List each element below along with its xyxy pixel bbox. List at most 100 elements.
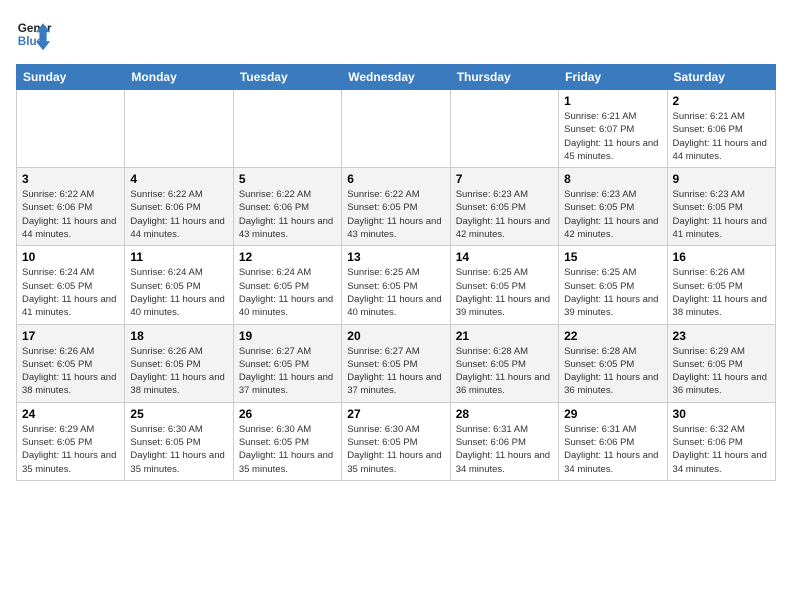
calendar-cell: 10 Sunrise: 6:24 AM Sunset: 6:05 PM Dayli… <box>17 246 125 324</box>
day-number: 1 <box>564 94 661 108</box>
day-info: Sunrise: 6:21 AM Sunset: 6:07 PM Dayligh… <box>564 110 661 163</box>
day-number: 30 <box>673 407 770 421</box>
day-number: 4 <box>130 172 227 186</box>
day-info: Sunrise: 6:28 AM Sunset: 6:05 PM Dayligh… <box>564 345 661 398</box>
day-number: 9 <box>673 172 770 186</box>
generalblue-logo-icon: General Blue <box>16 16 52 52</box>
day-info: Sunrise: 6:24 AM Sunset: 6:05 PM Dayligh… <box>22 266 119 319</box>
calendar-week-row: 17 Sunrise: 6:26 AM Sunset: 6:05 PM Dayli… <box>17 324 776 402</box>
calendar-table: SundayMondayTuesdayWednesdayThursdayFrid… <box>16 64 776 481</box>
day-number: 26 <box>239 407 336 421</box>
day-number: 29 <box>564 407 661 421</box>
day-number: 11 <box>130 250 227 264</box>
header: General Blue <box>16 16 776 52</box>
calendar-cell: 13 Sunrise: 6:25 AM Sunset: 6:05 PM Dayli… <box>342 246 450 324</box>
day-number: 24 <box>22 407 119 421</box>
calendar-cell: 2 Sunrise: 6:21 AM Sunset: 6:06 PM Daylig… <box>667 90 775 168</box>
day-number: 18 <box>130 329 227 343</box>
day-info: Sunrise: 6:25 AM Sunset: 6:05 PM Dayligh… <box>564 266 661 319</box>
calendar-cell: 28Sunrise: 6:31 AM Sunset: 6:06 PM Dayli… <box>450 402 558 480</box>
day-number: 21 <box>456 329 553 343</box>
calendar-cell: 8 Sunrise: 6:23 AM Sunset: 6:05 PM Daylig… <box>559 168 667 246</box>
day-number: 10 <box>22 250 119 264</box>
day-info: Sunrise: 6:30 AM Sunset: 6:05 PM Dayligh… <box>239 423 336 476</box>
calendar-week-row: 1 Sunrise: 6:21 AM Sunset: 6:07 PM Daylig… <box>17 90 776 168</box>
day-info: Sunrise: 6:22 AM Sunset: 6:05 PM Dayligh… <box>347 188 444 241</box>
day-number: 7 <box>456 172 553 186</box>
day-number: 6 <box>347 172 444 186</box>
day-info: Sunrise: 6:25 AM Sunset: 6:05 PM Dayligh… <box>347 266 444 319</box>
day-info: Sunrise: 6:23 AM Sunset: 6:05 PM Dayligh… <box>456 188 553 241</box>
weekday-header-tuesday: Tuesday <box>233 65 341 90</box>
day-number: 23 <box>673 329 770 343</box>
day-number: 13 <box>347 250 444 264</box>
day-info: Sunrise: 6:27 AM Sunset: 6:05 PM Dayligh… <box>239 345 336 398</box>
day-info: Sunrise: 6:25 AM Sunset: 6:05 PM Dayligh… <box>456 266 553 319</box>
weekday-header-saturday: Saturday <box>667 65 775 90</box>
calendar-cell: 21 Sunrise: 6:28 AM Sunset: 6:05 PM Dayli… <box>450 324 558 402</box>
calendar-cell: 16 Sunrise: 6:26 AM Sunset: 6:05 PM Dayli… <box>667 246 775 324</box>
day-info: Sunrise: 6:24 AM Sunset: 6:05 PM Dayligh… <box>130 266 227 319</box>
day-info: Sunrise: 6:30 AM Sunset: 6:05 PM Dayligh… <box>130 423 227 476</box>
day-info: Sunrise: 6:32 AM Sunset: 6:06 PM Dayligh… <box>673 423 770 476</box>
calendar-cell: 20Sunrise: 6:27 AM Sunset: 6:05 PM Dayli… <box>342 324 450 402</box>
calendar-cell: 12Sunrise: 6:24 AM Sunset: 6:05 PM Dayli… <box>233 246 341 324</box>
day-info: Sunrise: 6:26 AM Sunset: 6:05 PM Dayligh… <box>673 266 770 319</box>
calendar-cell: 17 Sunrise: 6:26 AM Sunset: 6:05 PM Dayli… <box>17 324 125 402</box>
calendar-cell <box>450 90 558 168</box>
weekday-header-friday: Friday <box>559 65 667 90</box>
calendar-cell: 11 Sunrise: 6:24 AM Sunset: 6:05 PM Dayli… <box>125 246 233 324</box>
calendar-cell: 14 Sunrise: 6:25 AM Sunset: 6:05 PM Dayli… <box>450 246 558 324</box>
calendar-cell <box>125 90 233 168</box>
calendar-cell: 4Sunrise: 6:22 AM Sunset: 6:06 PM Daylig… <box>125 168 233 246</box>
weekday-header-row: SundayMondayTuesdayWednesdayThursdayFrid… <box>17 65 776 90</box>
day-info: Sunrise: 6:31 AM Sunset: 6:06 PM Dayligh… <box>564 423 661 476</box>
calendar-cell: 5 Sunrise: 6:22 AM Sunset: 6:06 PM Daylig… <box>233 168 341 246</box>
day-number: 14 <box>456 250 553 264</box>
day-info: Sunrise: 6:26 AM Sunset: 6:05 PM Dayligh… <box>22 345 119 398</box>
day-info: Sunrise: 6:30 AM Sunset: 6:05 PM Dayligh… <box>347 423 444 476</box>
weekday-header-wednesday: Wednesday <box>342 65 450 90</box>
day-number: 27 <box>347 407 444 421</box>
day-info: Sunrise: 6:27 AM Sunset: 6:05 PM Dayligh… <box>347 345 444 398</box>
calendar-cell: 7 Sunrise: 6:23 AM Sunset: 6:05 PM Daylig… <box>450 168 558 246</box>
calendar-cell: 18Sunrise: 6:26 AM Sunset: 6:05 PM Dayli… <box>125 324 233 402</box>
calendar-cell: 9Sunrise: 6:23 AM Sunset: 6:05 PM Daylig… <box>667 168 775 246</box>
calendar-cell: 23 Sunrise: 6:29 AM Sunset: 6:05 PM Dayli… <box>667 324 775 402</box>
day-number: 16 <box>673 250 770 264</box>
day-number: 3 <box>22 172 119 186</box>
weekday-header-sunday: Sunday <box>17 65 125 90</box>
weekday-header-thursday: Thursday <box>450 65 558 90</box>
calendar-cell: 15Sunrise: 6:25 AM Sunset: 6:05 PM Dayli… <box>559 246 667 324</box>
weekday-header-monday: Monday <box>125 65 233 90</box>
day-info: Sunrise: 6:28 AM Sunset: 6:05 PM Dayligh… <box>456 345 553 398</box>
calendar-cell: 25 Sunrise: 6:30 AM Sunset: 6:05 PM Dayli… <box>125 402 233 480</box>
calendar-week-row: 10 Sunrise: 6:24 AM Sunset: 6:05 PM Dayli… <box>17 246 776 324</box>
day-number: 17 <box>22 329 119 343</box>
calendar-cell: 27 Sunrise: 6:30 AM Sunset: 6:05 PM Dayli… <box>342 402 450 480</box>
day-number: 25 <box>130 407 227 421</box>
day-number: 2 <box>673 94 770 108</box>
day-number: 5 <box>239 172 336 186</box>
day-info: Sunrise: 6:23 AM Sunset: 6:05 PM Dayligh… <box>564 188 661 241</box>
calendar-cell: 22 Sunrise: 6:28 AM Sunset: 6:05 PM Dayli… <box>559 324 667 402</box>
day-number: 12 <box>239 250 336 264</box>
calendar-cell <box>342 90 450 168</box>
calendar-cell <box>233 90 341 168</box>
calendar-cell: 24Sunrise: 6:29 AM Sunset: 6:05 PM Dayli… <box>17 402 125 480</box>
day-info: Sunrise: 6:22 AM Sunset: 6:06 PM Dayligh… <box>22 188 119 241</box>
calendar-cell: 26 Sunrise: 6:30 AM Sunset: 6:05 PM Dayli… <box>233 402 341 480</box>
day-number: 8 <box>564 172 661 186</box>
day-number: 19 <box>239 329 336 343</box>
calendar-cell: 30 Sunrise: 6:32 AM Sunset: 6:06 PM Dayli… <box>667 402 775 480</box>
calendar-cell: 29 Sunrise: 6:31 AM Sunset: 6:06 PM Dayli… <box>559 402 667 480</box>
day-info: Sunrise: 6:22 AM Sunset: 6:06 PM Dayligh… <box>239 188 336 241</box>
day-number: 22 <box>564 329 661 343</box>
day-info: Sunrise: 6:21 AM Sunset: 6:06 PM Dayligh… <box>673 110 770 163</box>
calendar-cell: 1 Sunrise: 6:21 AM Sunset: 6:07 PM Daylig… <box>559 90 667 168</box>
calendar-cell: 3 Sunrise: 6:22 AM Sunset: 6:06 PM Daylig… <box>17 168 125 246</box>
calendar-cell: 6 Sunrise: 6:22 AM Sunset: 6:05 PM Daylig… <box>342 168 450 246</box>
day-info: Sunrise: 6:29 AM Sunset: 6:05 PM Dayligh… <box>673 345 770 398</box>
calendar-cell <box>17 90 125 168</box>
calendar-week-row: 24Sunrise: 6:29 AM Sunset: 6:05 PM Dayli… <box>17 402 776 480</box>
